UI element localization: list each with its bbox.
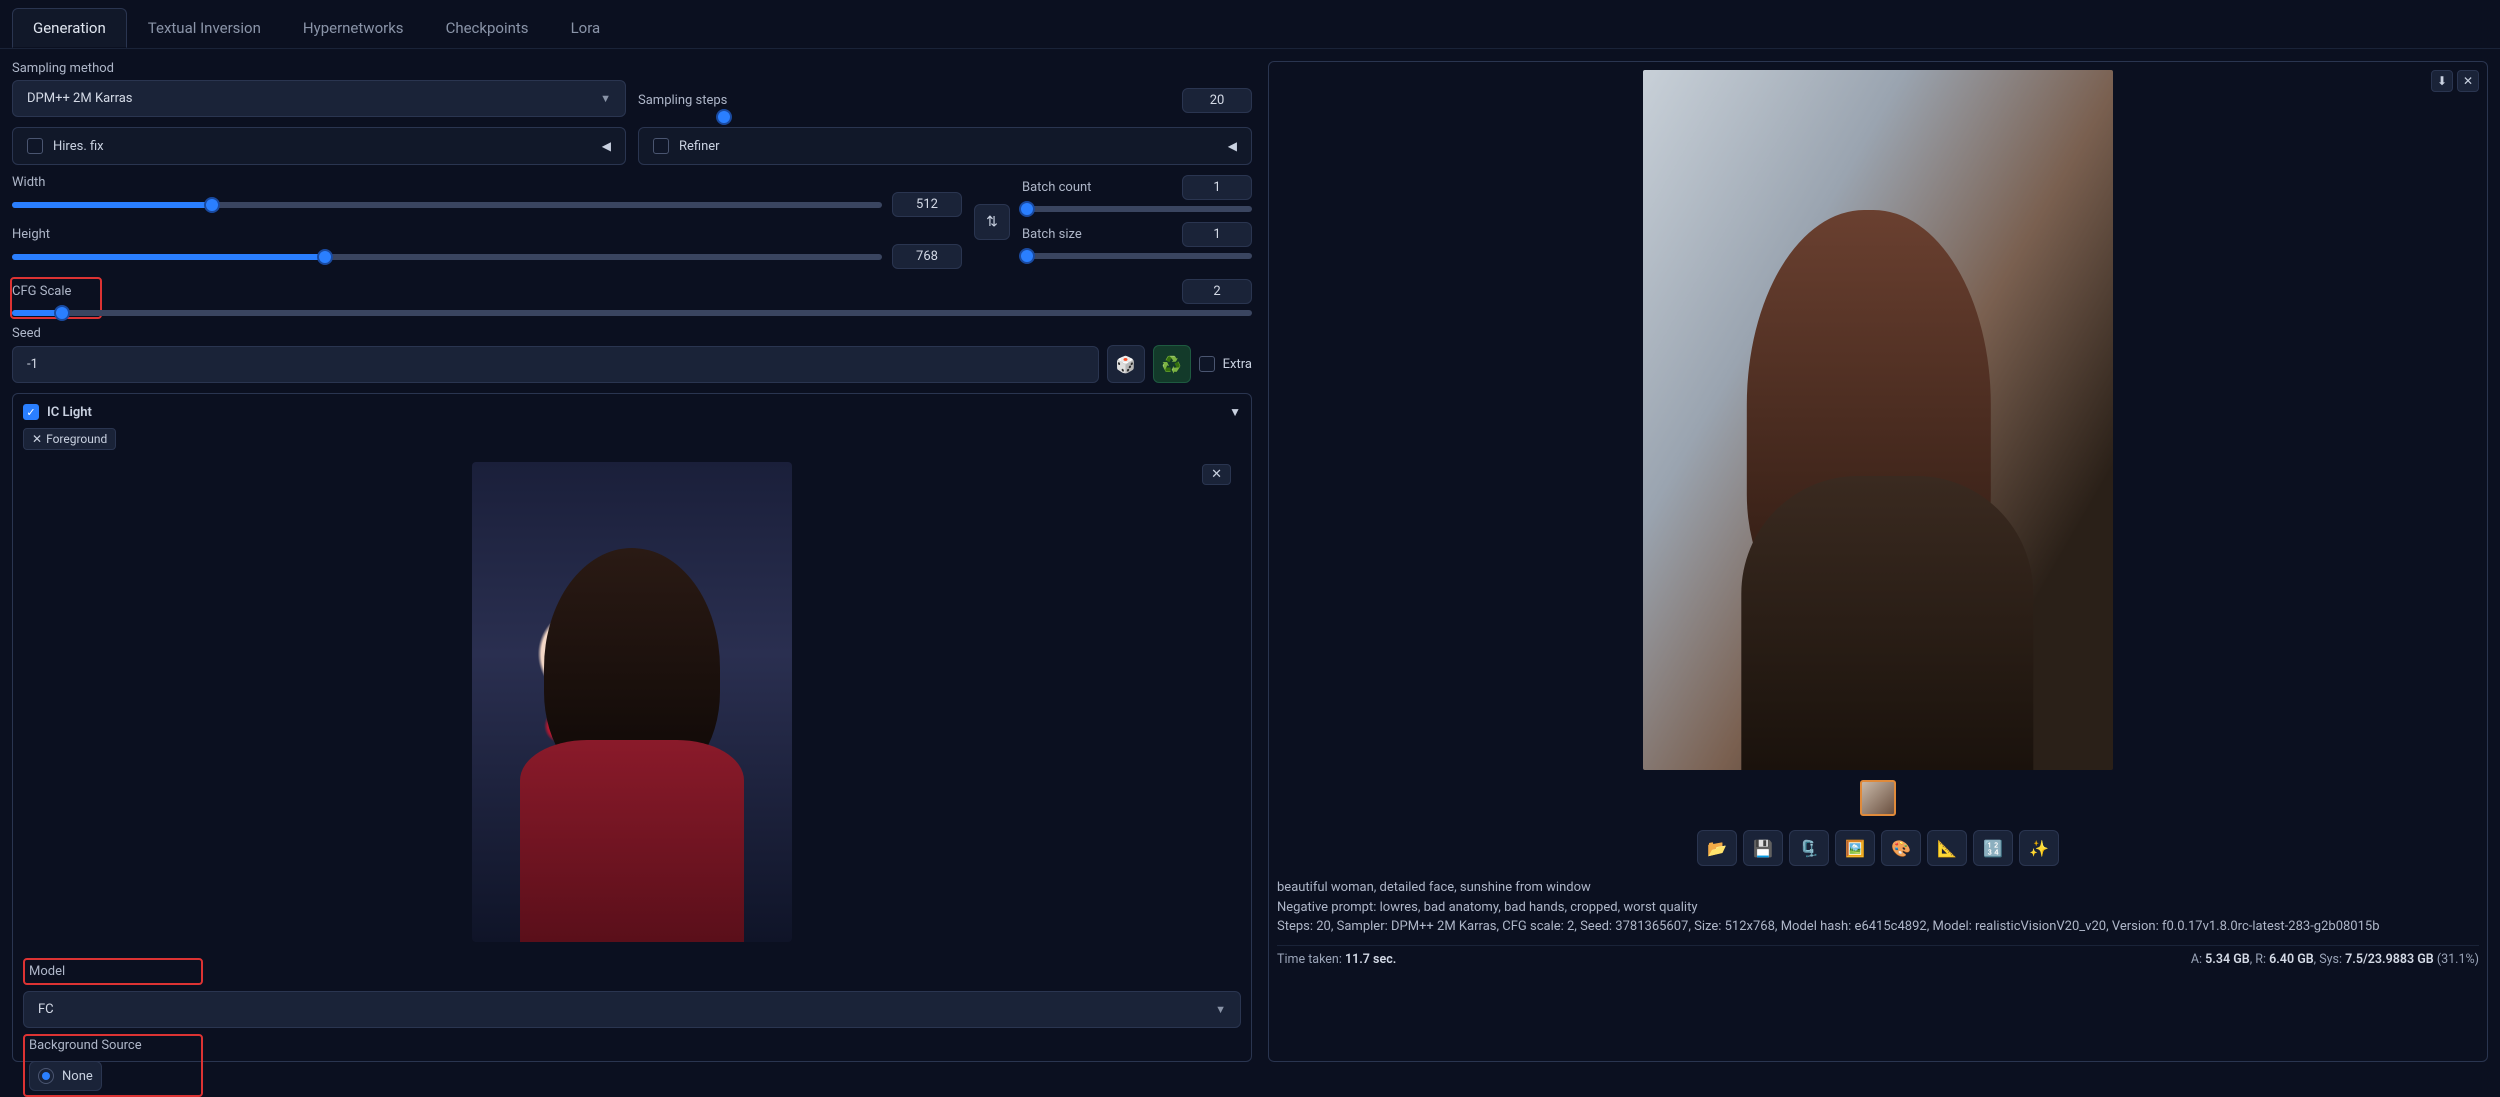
cfg-scale-value[interactable]: 2 (1182, 279, 1252, 304)
stat-a-label: A: (2191, 952, 2202, 967)
result-panel: ⬇ ✕ 📂 💾 🗜️ 🖼️ 🎨 📐 🔢 ✨ beautiful woman, d… (1268, 61, 2488, 1062)
grid-button[interactable]: 🔢 (1973, 830, 2013, 866)
ic-model-select[interactable]: FC ▼ (23, 991, 1241, 1028)
neg-prompt-label: Negative prompt: (1277, 900, 1376, 915)
bg-source-none-label: None (62, 1069, 93, 1084)
zip-icon: 🗜️ (1799, 839, 1819, 858)
sampling-method-select[interactable]: DPM++ 2M Karras ▼ (12, 80, 626, 117)
width-value[interactable]: 512 (892, 192, 962, 217)
send-to-img-button[interactable]: 🖼️ (1835, 830, 1875, 866)
sampling-steps-label: Sampling steps (638, 93, 727, 108)
width-slider[interactable] (12, 202, 882, 208)
refiner-label: Refiner (679, 139, 720, 154)
height-slider[interactable] (12, 254, 882, 260)
stat-r-label: R: (2255, 952, 2266, 967)
dice-icon: 🎲 (1116, 355, 1136, 374)
batch-size-value[interactable]: 1 (1182, 222, 1252, 247)
tag-close-icon: ✕ (32, 432, 42, 446)
close-result-button[interactable]: ✕ (2457, 70, 2479, 92)
highlight-box-bg-source: Background Source None (23, 1034, 203, 1097)
stat-sys-label: Sys: (2319, 952, 2342, 967)
time-taken-value: 11.7 sec. (1345, 952, 1396, 967)
tab-textual-inversion[interactable]: Textual Inversion (127, 8, 282, 48)
ic-light-checkbox[interactable]: ✓ (23, 404, 39, 420)
save-button[interactable]: 💾 (1743, 830, 1783, 866)
ruler-icon: 📐 (1937, 839, 1957, 858)
cfg-scale-label: CFG Scale (12, 284, 71, 299)
foreground-image-preview[interactable] (472, 462, 792, 942)
grid-icon: 🔢 (1983, 839, 2003, 858)
sparkle-icon: ✨ (2029, 839, 2049, 858)
seed-input[interactable]: -1 (12, 346, 1099, 383)
stat-r-value: 6.40 GB (2269, 952, 2314, 967)
random-seed-button[interactable]: 🎲 (1107, 345, 1145, 383)
ic-light-panel: ✓ IC Light ▼ ✕ Foreground ✕ Model (12, 393, 1252, 1062)
triangle-left-icon: ◀ (1228, 139, 1237, 153)
height-label: Height (12, 227, 72, 242)
foreground-tag[interactable]: ✕ Foreground (23, 428, 116, 450)
stat-a-value: 5.34 GB (2205, 952, 2250, 967)
refiner-checkbox[interactable] (653, 138, 669, 154)
hires-fix-checkbox[interactable] (27, 138, 43, 154)
cfg-scale-slider[interactable] (12, 310, 1252, 316)
ic-light-title: IC Light (47, 405, 92, 420)
highlight-box-model-bg: Model (23, 958, 203, 985)
reuse-seed-button[interactable]: ♻️ (1153, 345, 1191, 383)
triangle-left-icon: ◀ (602, 139, 611, 153)
time-taken-label: Time taken: (1277, 952, 1342, 967)
result-thumbnail[interactable] (1860, 780, 1896, 816)
hires-fix-accordion[interactable]: Hires. fix ◀ (12, 127, 626, 165)
tab-generation[interactable]: Generation (12, 8, 127, 48)
palette-icon: 🎨 (1891, 839, 1911, 858)
recycle-icon: ♻️ (1162, 355, 1182, 374)
foreground-tag-label: Foreground (46, 432, 107, 446)
ic-model-label: Model (29, 964, 197, 979)
stat-sys-value: 7.5/23.9883 GB (2345, 952, 2434, 967)
triangle-down-icon[interactable]: ▼ (1229, 405, 1241, 419)
stat-sys-pct: (31.1%) (2437, 952, 2479, 967)
sampling-method-label: Sampling method (12, 61, 626, 76)
remove-image-button[interactable]: ✕ (1202, 464, 1231, 485)
refiner-accordion[interactable]: Refiner ◀ (638, 127, 1252, 165)
tab-hypernetworks[interactable]: Hypernetworks (282, 8, 425, 48)
open-folder-button[interactable]: 📂 (1697, 830, 1737, 866)
zip-button[interactable]: 🗜️ (1789, 830, 1829, 866)
main-tabs: Generation Textual Inversion Hypernetwor… (0, 0, 2500, 49)
save-icon: 💾 (1753, 839, 1773, 858)
extra-checkbox[interactable] (1199, 356, 1215, 372)
result-image[interactable] (1643, 70, 2113, 770)
seed-label: Seed (12, 326, 1252, 341)
send-to-inpaint-button[interactable]: 🎨 (1881, 830, 1921, 866)
ic-model-value: FC (38, 1002, 54, 1017)
hires-fix-label: Hires. fix (53, 139, 104, 154)
batch-count-slider[interactable] (1022, 206, 1252, 212)
batch-size-slider[interactable] (1022, 253, 1252, 259)
result-prompt: beautiful woman, detailed face, sunshine… (1277, 878, 2479, 898)
extra-label: Extra (1223, 357, 1252, 372)
bg-source-none-radio[interactable] (38, 1068, 54, 1084)
send-to-extras-button[interactable]: 📐 (1927, 830, 1967, 866)
download-result-button[interactable]: ⬇ (2431, 70, 2453, 92)
image-icon: 🖼️ (1845, 839, 1865, 858)
result-params: Steps: 20, Sampler: DPM++ 2M Karras, CFG… (1277, 917, 2479, 937)
batch-size-label: Batch size (1022, 227, 1082, 242)
bg-source-label: Background Source (29, 1038, 142, 1053)
batch-count-label: Batch count (1022, 180, 1091, 195)
upscale-button[interactable]: ✨ (2019, 830, 2059, 866)
chevron-down-icon: ▼ (600, 92, 611, 105)
width-label: Width (12, 175, 72, 190)
download-icon: ⬇ (2437, 74, 2447, 88)
batch-count-value[interactable]: 1 (1182, 175, 1252, 200)
tab-checkpoints[interactable]: Checkpoints (425, 8, 550, 48)
neg-prompt-value: lowres, bad anatomy, bad hands, cropped,… (1380, 900, 1698, 915)
height-value[interactable]: 768 (892, 244, 962, 269)
sampling-steps-value[interactable]: 20 (1182, 88, 1252, 113)
sampling-method-value: DPM++ 2M Karras (27, 91, 133, 106)
close-icon: ✕ (2463, 74, 2473, 88)
chevron-down-icon: ▼ (1215, 1003, 1226, 1016)
folder-icon: 📂 (1707, 839, 1727, 858)
swap-dimensions-button[interactable]: ⇅ (974, 204, 1010, 240)
tab-lora[interactable]: Lora (550, 8, 622, 48)
